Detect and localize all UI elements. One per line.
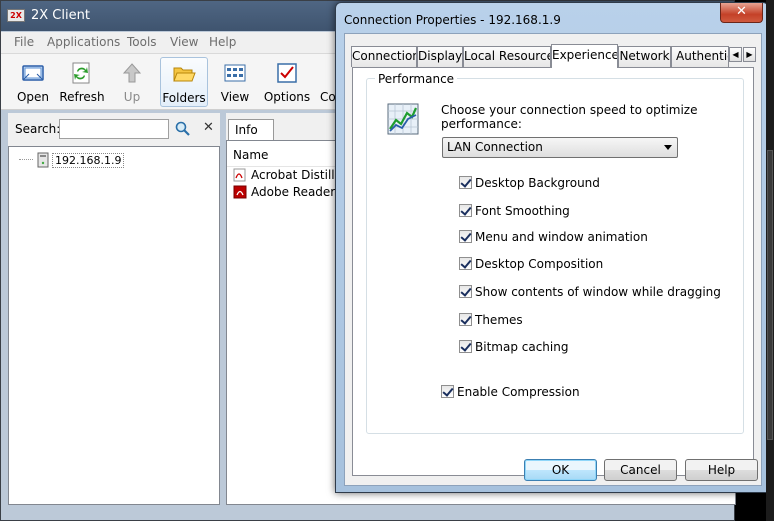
left-pane: Search: ✕ 192.168.1.9: [8, 113, 220, 505]
checkbox-box[interactable]: [459, 204, 472, 217]
close-button[interactable]: ✕: [720, 3, 763, 23]
experience-tab-page: Performance Choose your connection speed…: [352, 67, 754, 476]
search-input[interactable]: [59, 119, 169, 139]
search-icon[interactable]: [175, 121, 191, 137]
refresh-button[interactable]: Refresh: [58, 57, 106, 107]
folders-button[interactable]: Folders: [160, 57, 208, 107]
acrobat-distiller-icon: [233, 168, 246, 182]
cancel-button[interactable]: Cancel: [604, 459, 677, 481]
server-icon: [37, 152, 49, 168]
checkbox-box[interactable]: [459, 340, 472, 353]
tree-item-label: 192.168.1.9: [52, 153, 125, 168]
refresh-icon: [72, 62, 90, 84]
checkbox-label: Enable Compression: [457, 385, 580, 399]
checkbox-box[interactable]: [441, 385, 454, 398]
checkbox-label: Desktop Background: [475, 176, 600, 190]
tree-connector: [19, 159, 33, 160]
performance-group-label: Performance: [375, 72, 458, 86]
open-connection-icon: [22, 65, 44, 81]
performance-chart-icon: [387, 103, 419, 135]
up-label: Up: [123, 90, 141, 104]
open-button[interactable]: Open: [10, 57, 56, 107]
search-row: Search: ✕: [8, 118, 220, 140]
checkbox-box[interactable]: [459, 257, 472, 270]
connect-label: Co: [320, 90, 336, 104]
folders-label: Folders: [162, 91, 206, 105]
help-button[interactable]: Help: [685, 459, 758, 481]
list-item-label: Adobe Reader 8: [251, 185, 347, 199]
checkbox-box[interactable]: [459, 230, 472, 243]
tab-local-resources[interactable]: Local Resources: [463, 46, 551, 67]
tab-experience[interactable]: Experience: [551, 44, 618, 68]
checkbox-label: Font Smoothing: [475, 204, 570, 218]
checkbox-label: Menu and window animation: [475, 230, 648, 244]
options-label: Options: [263, 90, 311, 104]
menu-applications[interactable]: Applications: [47, 35, 120, 49]
tab-info[interactable]: Info: [228, 119, 274, 140]
dialog-body: Connection Display Local Resources Exper…: [344, 33, 762, 486]
checkbox-box[interactable]: [459, 313, 472, 326]
tab-connection[interactable]: Connection: [351, 46, 417, 67]
connection-properties-dialog: Connection Properties - 192.168.1.9 ✕ Co…: [335, 2, 769, 493]
checkbox-label: Bitmap caching: [475, 340, 569, 354]
chevron-down-icon: [664, 145, 672, 150]
column-header-name[interactable]: Name: [233, 148, 268, 162]
checkbox-label: Themes: [475, 313, 523, 327]
dialog-title: Connection Properties - 192.168.1.9: [344, 13, 561, 27]
connect-button[interactable]: Co: [318, 57, 336, 107]
tab-scroll-right-icon[interactable]: ▶: [743, 47, 756, 62]
options-checklist-icon: [277, 63, 297, 83]
checkbox-label: Show contents of window while dragging: [475, 285, 721, 299]
app-logo-icon: 2X: [7, 9, 25, 22]
view-button[interactable]: View: [213, 57, 257, 107]
folder-icon: [173, 67, 196, 82]
options-button[interactable]: Options: [262, 57, 312, 107]
tab-display[interactable]: Display: [417, 46, 463, 67]
adobe-reader-icon: [233, 185, 247, 199]
refresh-label: Refresh: [59, 90, 105, 104]
tab-scroll-left-icon[interactable]: ◀: [729, 47, 742, 62]
view-label: View: [220, 90, 250, 104]
open-label: Open: [16, 90, 50, 104]
tab-network[interactable]: Network: [618, 46, 671, 67]
checkbox-box[interactable]: [459, 285, 472, 298]
menu-help[interactable]: Help: [209, 35, 236, 49]
connection-speed-select[interactable]: LAN Connection: [442, 137, 678, 158]
scrollbar-thumb[interactable]: [767, 150, 773, 440]
main-window-title: 2X Client: [31, 8, 90, 23]
tab-authentication[interactable]: Authentication: [671, 46, 729, 67]
search-label: Search:: [15, 122, 61, 136]
menu-tools[interactable]: Tools: [127, 35, 157, 49]
performance-group: Performance Choose your connection speed…: [366, 72, 744, 434]
up-arrow-icon: [122, 63, 142, 83]
menu-file[interactable]: File: [14, 35, 34, 49]
checkbox-box[interactable]: [459, 176, 472, 189]
ok-button[interactable]: OK: [524, 459, 597, 481]
checkbox-label: Desktop Composition: [475, 257, 604, 271]
view-grid-icon: [224, 64, 246, 82]
clear-search-icon[interactable]: ✕: [203, 120, 214, 135]
connection-speed-value: LAN Connection: [447, 140, 543, 154]
up-button[interactable]: Up: [111, 57, 153, 107]
background-window-edge: [766, 0, 774, 521]
server-tree[interactable]: 192.168.1.9: [8, 146, 220, 505]
performance-description: Choose your connection speed to optimize…: [441, 103, 698, 131]
menu-view[interactable]: View: [170, 35, 198, 49]
